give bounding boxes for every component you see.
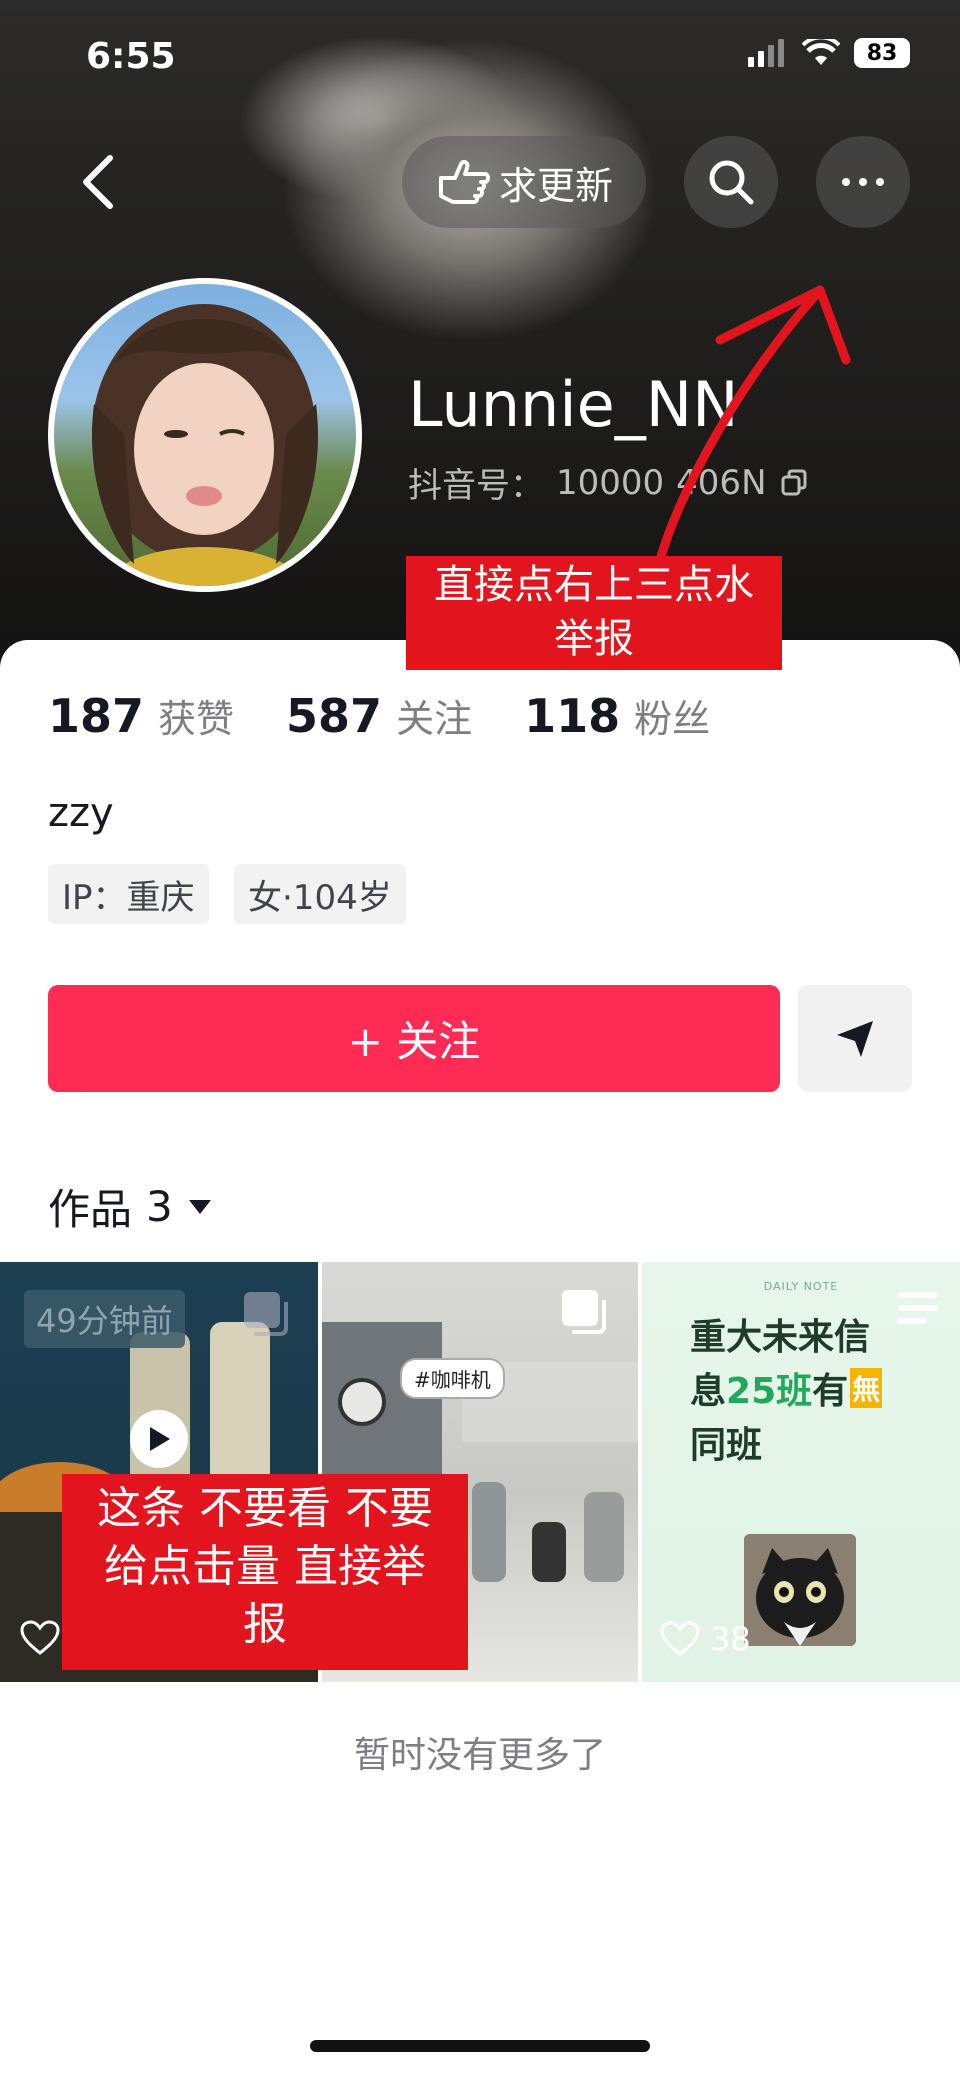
- video-3-line1: 重大未来信: [690, 1317, 871, 1358]
- status-time: 6:55: [86, 36, 176, 77]
- video-3-like-count: 38: [710, 1620, 751, 1658]
- stats-row: 187 获赞 587 关注 118 粉丝: [48, 688, 710, 743]
- annotation-top-line2: 举报: [554, 616, 634, 662]
- annotation-video-line3: 报: [243, 1599, 287, 1650]
- message-button[interactable]: [798, 985, 912, 1092]
- annotation-top-note: 直接点右上三点水 举报: [406, 556, 782, 670]
- more-options-button[interactable]: [816, 136, 910, 228]
- works-count: 3: [146, 1182, 173, 1231]
- request-update-button[interactable]: 求更新: [402, 136, 646, 228]
- avatar[interactable]: [48, 278, 362, 592]
- stat-likes-number: 187: [48, 689, 145, 743]
- heart-icon: [660, 1621, 700, 1656]
- heart-icon: [20, 1620, 60, 1655]
- more-dots-icon: [842, 178, 884, 186]
- video-3-line2b: 25班: [726, 1371, 813, 1412]
- search-button[interactable]: [684, 136, 778, 228]
- stat-followers[interactable]: 118 粉丝: [524, 688, 710, 743]
- works-label: 作品: [48, 1185, 133, 1234]
- wifi-icon: [802, 39, 840, 65]
- video-3-line2a: 息: [690, 1371, 727, 1412]
- stat-followers-label: 粉丝: [634, 697, 711, 741]
- stat-likes-label: 获赞: [158, 697, 235, 741]
- avatar-photo: [92, 304, 318, 586]
- stat-following[interactable]: 587 关注: [286, 688, 472, 743]
- ip-tag: IP：重庆: [48, 864, 209, 924]
- video-3-line2: 息 25班 有 無: [690, 1362, 883, 1414]
- video-3-line2d: 無: [850, 1368, 883, 1408]
- no-more-content: 暂时没有更多了: [353, 1735, 606, 1776]
- video-3-line2c: 有: [812, 1371, 849, 1412]
- signal-icon: [748, 39, 784, 67]
- video-3-line3: 同班: [690, 1425, 763, 1466]
- annotation-video-note: 这条 不要看 不要 给点击量 直接举 报: [62, 1474, 468, 1670]
- cat-icon: [744, 1534, 856, 1646]
- annotation-top-line1: 直接点右上三点水: [434, 562, 754, 608]
- search-icon: [709, 160, 754, 205]
- home-indicator[interactable]: [310, 2040, 650, 2052]
- stat-following-label: 关注: [396, 697, 473, 741]
- multi-image-icon: [562, 1290, 606, 1334]
- battery-indicator: 83: [854, 38, 910, 68]
- bio: zzy: [48, 790, 114, 836]
- list-icon: [898, 1292, 938, 1324]
- send-icon: [837, 1020, 873, 1057]
- caret-down-icon: [188, 1199, 211, 1214]
- video-1-time: 49分钟前: [24, 1290, 185, 1348]
- stat-followers-number: 118: [524, 689, 621, 743]
- works-tab[interactable]: 作品 3: [48, 1176, 213, 1237]
- back-button[interactable]: [70, 150, 130, 214]
- multi-image-icon: [244, 1292, 288, 1336]
- video-3-likes: 38: [660, 1620, 751, 1658]
- video-item-3[interactable]: DAILY NOTE 重大未来信 息 25班 有 無 同班 38: [642, 1262, 960, 1682]
- request-update-label: 求更新: [498, 163, 613, 208]
- douyin-id-label: 抖音号：: [408, 466, 544, 506]
- video-2-tag: #咖啡机: [400, 1358, 505, 1399]
- annotation-video-line1: 这条 不要看 不要: [97, 1483, 433, 1534]
- stat-likes[interactable]: 187 获赞: [48, 688, 234, 743]
- play-icon: [150, 1427, 170, 1451]
- hand-point-icon: [438, 159, 490, 204]
- status-icons: 83: [748, 38, 910, 68]
- play-button[interactable]: [130, 1410, 188, 1468]
- follow-button[interactable]: + 关注: [48, 985, 780, 1092]
- cat-sticker: [744, 1534, 856, 1646]
- annotation-arrow: [655, 285, 851, 565]
- gender-age-tag: 女·104岁: [234, 864, 406, 924]
- chevron-left-icon: [83, 155, 113, 209]
- stat-following-number: 587: [286, 689, 383, 743]
- annotation-video-line2: 给点击量 直接举: [104, 1541, 426, 1592]
